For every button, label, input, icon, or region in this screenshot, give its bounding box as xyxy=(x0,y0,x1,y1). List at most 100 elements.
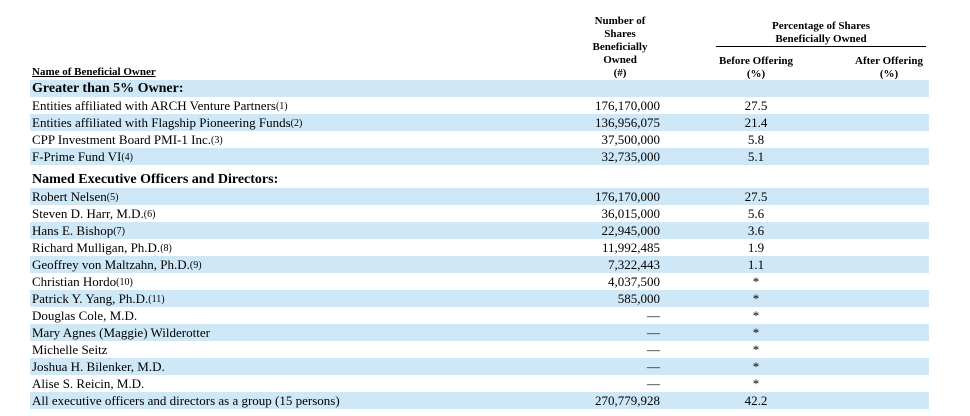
header-line: Before Offering xyxy=(718,55,794,67)
column-header-name: Name of Beneficial Owner xyxy=(32,66,156,78)
shares-owned: 36,015,000 xyxy=(601,206,661,221)
shares-owned: 585,000 xyxy=(617,291,660,306)
shares-owned: — xyxy=(647,359,660,374)
shares-owned: 7,322,443 xyxy=(608,257,660,272)
percent-before-offering: 1.1 xyxy=(747,257,765,272)
header-line: Number of xyxy=(594,15,646,27)
table-row: Entities affiliated with ARCH Venture Pa… xyxy=(30,97,929,114)
table-row: Joshua H. Bilenker, M.D. — * xyxy=(30,358,929,375)
header-line: Beneficially xyxy=(592,41,648,53)
owner-name: All executive officers and directors as … xyxy=(32,392,340,409)
shares-owned: 37,500,000 xyxy=(601,132,661,147)
footnote-ref: (9) xyxy=(189,260,202,271)
owner-name-text: CPP Investment Board PMI-1 Inc. xyxy=(32,132,211,147)
owner-name-text: Greater than 5% Owner: xyxy=(32,81,184,96)
footnote-ref: (3) xyxy=(210,135,223,146)
section-heading-row: Greater than 5% Owner: xyxy=(30,80,929,97)
footnote-ref: (10) xyxy=(116,277,133,288)
owner-name: Mary Agnes (Maggie) Wilderotter xyxy=(32,324,210,341)
owner-name-text: Michelle Seitz xyxy=(32,342,108,357)
percent-before-offering: 42.2 xyxy=(744,393,768,408)
column-header-shares: Number of Shares Beneficially Owned (#) xyxy=(580,15,660,81)
column-group-header-percentage: Percentage of Shares Beneficially Owned xyxy=(716,20,926,47)
percent-before-offering: 27.5 xyxy=(744,98,768,113)
owner-name-text: Hans E. Bishop xyxy=(32,223,114,238)
table-row: Robert Nelsen(5) 176,170,000 27.5 xyxy=(30,188,929,205)
shares-owned: 176,170,000 xyxy=(595,98,660,113)
owner-name-text: F-Prime Fund VI xyxy=(32,149,122,164)
shares-owned: — xyxy=(647,325,660,340)
percent-before-offering: * xyxy=(752,359,760,374)
table-row: CPP Investment Board PMI-1 Inc.(3) 37,500… xyxy=(30,131,929,148)
footnote-ref: (11) xyxy=(148,294,165,305)
owner-name-text: Richard Mulligan, Ph.D. xyxy=(32,240,161,255)
column-header-before-offering: Before Offering (%) xyxy=(716,55,796,82)
owner-name-text: Douglas Cole, M.D. xyxy=(32,308,138,323)
owner-name-text: Geoffrey von Maltzahn, Ph.D. xyxy=(32,257,190,272)
footnote-ref: (2) xyxy=(290,118,303,129)
owner-name: Michelle Seitz xyxy=(32,341,107,358)
footnote-ref: (5) xyxy=(106,192,119,203)
percent-before-offering: 1.9 xyxy=(747,240,765,255)
owner-name: F-Prime Fund VI(4) xyxy=(32,148,133,167)
table-row: Alise S. Reicin, M.D. — * xyxy=(30,375,929,392)
owner-name-text: Joshua H. Bilenker, M.D. xyxy=(32,359,165,374)
table-row: Christian Hordo(10) 4,037,500 * xyxy=(30,273,929,290)
table-row: Douglas Cole, M.D. — * xyxy=(30,307,929,324)
header-line: After Offering xyxy=(855,55,923,67)
owner-name: Douglas Cole, M.D. xyxy=(32,307,137,324)
percent-before-offering: * xyxy=(752,308,760,323)
footnote-ref: (8) xyxy=(160,243,172,254)
shares-owned: 22,945,000 xyxy=(601,223,661,238)
header-line: (#) xyxy=(584,67,656,81)
percent-before-offering: 5.6 xyxy=(747,206,765,221)
percent-before-offering: 21.4 xyxy=(744,115,768,130)
footnote-ref: (6) xyxy=(143,209,156,220)
table-row: Geoffrey von Maltzahn, Ph.D.(9) 7,322,443… xyxy=(30,256,929,273)
shares-owned: — xyxy=(647,376,660,391)
owner-name: Alise S. Reicin, M.D. xyxy=(32,375,144,392)
section-heading: Greater than 5% Owner: xyxy=(32,80,184,97)
shares-owned: 136,956,075 xyxy=(595,115,660,130)
owner-name-text: Entities affiliated with Flagship Pionee… xyxy=(32,115,291,130)
table-row: F-Prime Fund VI(4) 32,735,000 5.1 xyxy=(30,148,929,165)
shares-owned: 270,779,928 xyxy=(595,393,660,408)
percent-before-offering: * xyxy=(752,376,760,391)
table-row: Richard Mulligan, Ph.D.(8) 11,992,485 1.9 xyxy=(30,239,929,256)
section-heading: Named Executive Officers and Directors: xyxy=(32,171,278,188)
section-heading-row: Named Executive Officers and Directors: xyxy=(30,171,929,188)
owner-name-text: Named Executive Officers and Directors: xyxy=(32,172,279,187)
percent-before-offering: 5.1 xyxy=(747,149,765,164)
header-line: Shares xyxy=(604,28,636,40)
table-row: Mary Agnes (Maggie) Wilderotter — * xyxy=(30,324,929,341)
shares-owned: 11,992,485 xyxy=(601,240,660,255)
table-row: Michelle Seitz — * xyxy=(30,341,929,358)
percent-before-offering: 3.6 xyxy=(747,223,765,238)
table-row: Patrick Y. Yang, Ph.D.(11) 585,000 * xyxy=(30,290,929,307)
footnote-ref: (7) xyxy=(113,226,125,237)
header-line: Beneficially Owned xyxy=(775,33,867,45)
footnote-ref: (4) xyxy=(121,152,133,163)
percent-before-offering: * xyxy=(752,274,760,289)
column-header-after-offering: After Offering (%) xyxy=(852,55,926,82)
table-row: Entities affiliated with Flagship Pionee… xyxy=(30,114,929,131)
shares-owned: — xyxy=(647,308,660,323)
shares-owned: 176,170,000 xyxy=(595,189,660,204)
owner-name-text: All executive officers and directors as … xyxy=(32,393,340,408)
percent-before-offering: 27.5 xyxy=(744,189,768,204)
shares-owned: — xyxy=(647,342,660,357)
owner-name-text: Robert Nelsen xyxy=(32,189,107,204)
table-row: Hans E. Bishop(7) 22,945,000 3.6 xyxy=(30,222,929,239)
owner-name-text: Patrick Y. Yang, Ph.D. xyxy=(32,291,149,306)
footnote-ref: (1) xyxy=(275,101,288,112)
percent-before-offering: * xyxy=(752,325,760,340)
table-row: All executive officers and directors as … xyxy=(30,392,929,409)
owner-name-text: Entities affiliated with ARCH Venture Pa… xyxy=(32,98,276,113)
percent-before-offering: * xyxy=(752,291,760,306)
shares-owned: 32,735,000 xyxy=(601,149,661,164)
table-row: Steven D. Harr, M.D.(6) 36,015,000 5.6 xyxy=(30,205,929,222)
percent-before-offering: 5.8 xyxy=(747,132,765,147)
header-line: Owned xyxy=(603,54,637,66)
owner-name-text: Alise S. Reicin, M.D. xyxy=(32,376,145,391)
shares-owned: 4,037,500 xyxy=(608,274,660,289)
